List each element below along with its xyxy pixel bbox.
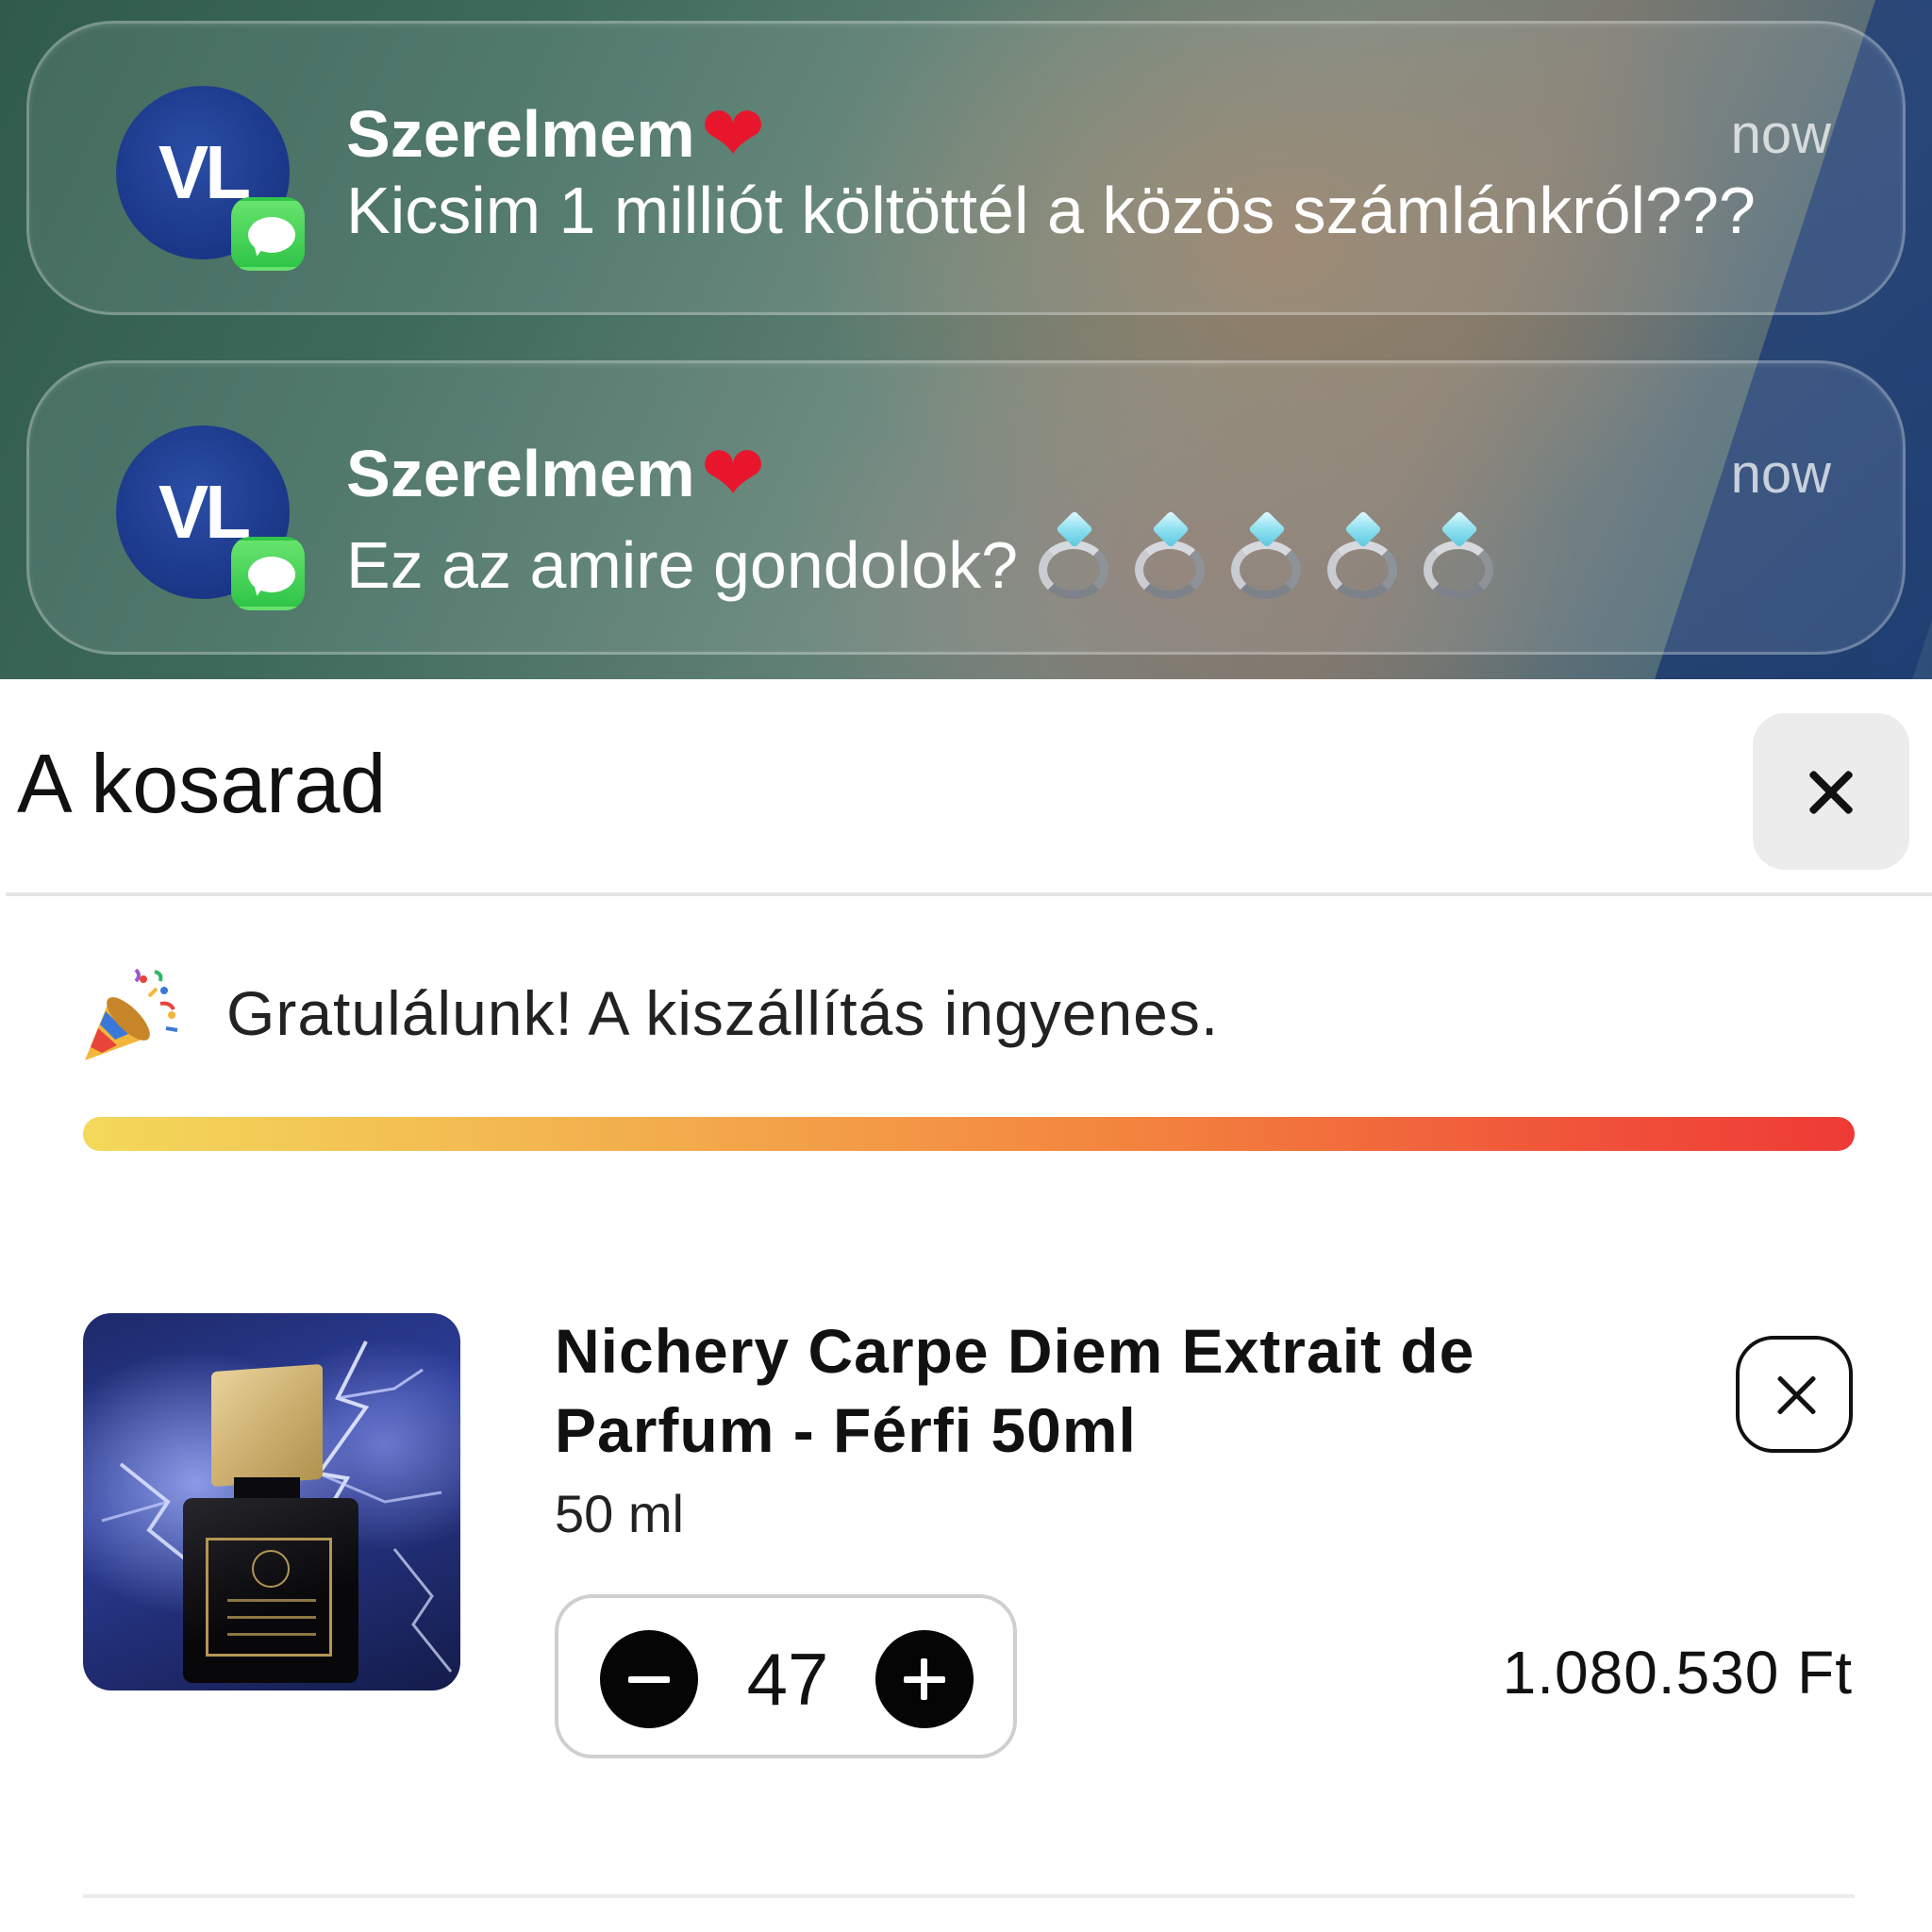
notification-sender: Szerelmem❤ (346, 90, 765, 179)
minus-icon (628, 1676, 670, 1683)
ring-icon (1322, 510, 1403, 603)
divider (83, 1894, 1855, 1898)
item-price: 1.080.530 Ft (1502, 1639, 1853, 1707)
notification-card[interactable]: VL Szerelmem❤ now Ez az amire gondolok? (26, 360, 1906, 655)
divider (6, 892, 1932, 896)
increase-quantity-button[interactable] (875, 1630, 974, 1728)
notification-time: now (1730, 443, 1831, 505)
decrease-quantity-button[interactable] (600, 1630, 698, 1728)
product-variant: 50 ml (555, 1484, 684, 1543)
notification-sender: Szerelmem❤ (346, 429, 765, 519)
product-image[interactable] (83, 1313, 460, 1690)
remove-item-button[interactable] (1736, 1336, 1853, 1453)
messages-icon (231, 197, 305, 271)
notification-message: Ez az amire gondolok? (346, 510, 1499, 603)
notification-area: VL Szerelmem❤ now Kicsim 1 milliót költö… (0, 0, 1932, 679)
message-text: Ez az amire gondolok? (346, 528, 1019, 602)
ring-icon (1225, 510, 1307, 603)
ring-emoji-group (1018, 510, 1499, 602)
progress-fill (83, 1117, 1855, 1151)
free-shipping-message: Gratulálunk! A kiszállítás ingyenes. (226, 978, 1220, 1048)
messages-icon (231, 537, 305, 610)
cart-title: A kosarad (17, 737, 387, 830)
party-popper-icon (85, 968, 178, 1060)
quantity-stepper: 47 (555, 1594, 1017, 1758)
ring-icon (1129, 510, 1210, 603)
notification-message: Kicsim 1 milliót költöttél a közös száml… (346, 174, 1756, 247)
cart-sheet: A kosarad Gratulálunk! A kiszállítás ing… (0, 679, 1932, 1932)
close-button[interactable] (1753, 713, 1909, 870)
notification-card[interactable]: VL Szerelmem❤ now Kicsim 1 milliót költö… (26, 21, 1906, 315)
ring-icon (1418, 510, 1499, 603)
free-shipping-progress (83, 1117, 1855, 1151)
ring-icon (1033, 510, 1114, 603)
heart-icon: ❤ (700, 92, 766, 177)
quantity-value[interactable]: 47 (700, 1630, 875, 1728)
sender-name: Szerelmem (346, 437, 695, 510)
sender-name: Szerelmem (346, 97, 695, 171)
product-name[interactable]: Nichery Carpe Diem Extrait de Parfum - F… (555, 1311, 1687, 1470)
notification-time: now (1730, 104, 1831, 165)
heart-icon: ❤ (700, 431, 766, 517)
